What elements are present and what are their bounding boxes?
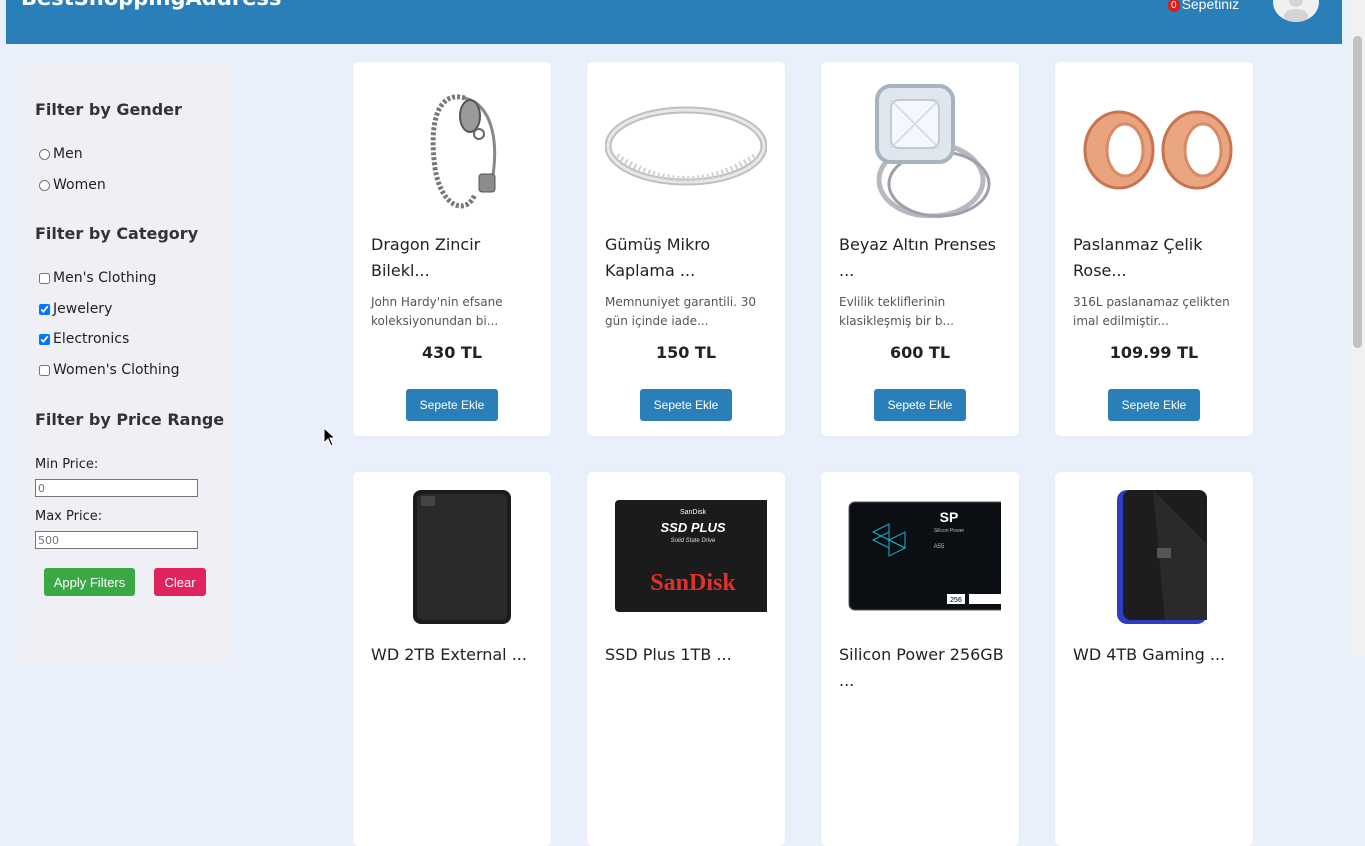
gender-radio-women[interactable] bbox=[39, 179, 50, 191]
product-price: 430 TL bbox=[421, 343, 483, 362]
add-to-cart-button[interactable]: Sepete Ekle bbox=[874, 389, 966, 421]
bracelet-icon bbox=[430, 94, 497, 209]
ring-icon bbox=[605, 106, 767, 186]
gender-filter-title: Filter by Gender bbox=[35, 100, 182, 119]
gender-label-men: Men bbox=[53, 146, 83, 162]
category-checkbox-mens-clothing[interactable] bbox=[39, 272, 50, 284]
gaming-drive-icon bbox=[1117, 490, 1207, 624]
category-checkbox-womens-clothing[interactable] bbox=[39, 364, 50, 376]
category-label: Electronics bbox=[53, 331, 130, 347]
cart-count-badge: 0 bbox=[1168, 0, 1180, 12]
svg-text:SanDisk: SanDisk bbox=[680, 509, 707, 516]
add-to-cart-button[interactable]: Sepete Ekle bbox=[1108, 389, 1200, 421]
cart-link[interactable]: 0 Sepetiniz bbox=[1168, 0, 1239, 12]
product-title[interactable]: Gümüş Mikro Kaplama ... bbox=[605, 232, 770, 284]
category-label: Jewelery bbox=[53, 301, 113, 317]
svg-text:Silicon Power: Silicon Power bbox=[934, 528, 965, 534]
product-description: Evlilik tekliflerinin klasikleşmiş bir b… bbox=[839, 295, 954, 328]
category-label: Men's Clothing bbox=[53, 270, 157, 286]
price-filter-title: Filter by Price Range bbox=[35, 410, 225, 429]
ear-tunnel-icon bbox=[1083, 110, 1233, 190]
product-card[interactable]: Gümüş Mikro Kaplama ... Memnuniyet garan… bbox=[587, 62, 785, 436]
product-title[interactable]: WD 2TB External ... bbox=[371, 642, 536, 668]
category-option-mens-clothing[interactable]: Men's Clothing bbox=[38, 270, 156, 286]
ssd-icon: SanDisk SSD PLUS Solid State Drive SanDi… bbox=[615, 500, 767, 612]
svg-text:Solid State Drive: Solid State Drive bbox=[671, 538, 716, 544]
category-option-electronics[interactable]: Electronics bbox=[38, 331, 129, 347]
product-card[interactable]: Beyaz Altın Prenses ... Evlilik teklifle… bbox=[821, 62, 1019, 436]
category-option-jewelery[interactable]: Jewelery bbox=[38, 301, 112, 317]
svg-text:SSD PLUS: SSD PLUS bbox=[660, 520, 725, 535]
product-price: 109.99 TL bbox=[1109, 343, 1199, 362]
product-title[interactable]: Paslanmaz Çelik Rose... bbox=[1073, 232, 1238, 284]
top-navbar: BestShoppingAddress 0Sepetiniz bbox=[6, 0, 1342, 44]
product-title[interactable]: Silicon Power 256GB ... bbox=[839, 642, 1004, 694]
svg-text:256: 256 bbox=[950, 597, 962, 604]
product-card[interactable]: WD 4TB Gaming ... bbox=[1055, 472, 1253, 846]
product-price: 150 TL bbox=[655, 343, 717, 362]
ssd-icon: SP Silicon Power A55 256 bbox=[848, 501, 1001, 611]
product-price: 600 TL bbox=[889, 343, 951, 362]
category-label: Women's Clothing bbox=[53, 362, 180, 378]
min-price-label: Min Price: bbox=[35, 457, 99, 472]
filter-sidebar: Filter by Gender Men Women Filter by Cat… bbox=[17, 64, 233, 664]
max-price-input[interactable] bbox=[35, 531, 198, 549]
cart-label: Sepetiniz bbox=[1181, 0, 1240, 12]
gender-radio-men[interactable] bbox=[39, 148, 50, 160]
add-to-cart-button[interactable]: Sepete Ekle bbox=[406, 389, 498, 421]
gender-option-men[interactable]: Men bbox=[38, 146, 83, 162]
product-title[interactable]: SSD Plus 1TB ... bbox=[605, 642, 770, 668]
user-icon bbox=[1284, 0, 1308, 22]
gender-option-women[interactable]: Women bbox=[38, 177, 106, 193]
diamond-ring-icon bbox=[875, 84, 991, 218]
svg-text:SanDisk: SanDisk bbox=[650, 570, 736, 596]
add-to-cart-button[interactable]: Sepete Ekle bbox=[640, 389, 732, 421]
product-card[interactable]: SanDisk SSD PLUS Solid State Drive SanDi… bbox=[587, 472, 785, 846]
product-title[interactable]: Dragon Zincir Bilekl... bbox=[371, 232, 536, 284]
product-description: 316L paslanamaz çelikten imal edilmiştir… bbox=[1073, 295, 1230, 328]
product-title[interactable]: WD 4TB Gaming ... bbox=[1073, 642, 1238, 668]
product-card[interactable]: WD 2TB External ... bbox=[353, 472, 551, 846]
svg-text:SP: SP bbox=[940, 509, 959, 525]
clear-filters-button[interactable]: Clear bbox=[154, 568, 206, 596]
page-scrollbar[interactable] bbox=[1350, 0, 1365, 656]
svg-text:A55: A55 bbox=[934, 544, 945, 550]
category-filter-title: Filter by Category bbox=[35, 224, 199, 243]
category-option-womens-clothing[interactable]: Women's Clothing bbox=[38, 362, 180, 378]
brand-logo[interactable]: BestShoppingAddress bbox=[21, 0, 281, 10]
product-description: Memnuniyet garantili. 30 gün içinde iade… bbox=[605, 295, 757, 328]
max-price-label: Max Price: bbox=[35, 509, 103, 524]
mouse-cursor-icon bbox=[323, 427, 337, 447]
product-card[interactable]: Paslanmaz Çelik Rose... 316L paslanamaz … bbox=[1055, 62, 1253, 436]
product-title[interactable]: Beyaz Altın Prenses ... bbox=[839, 232, 1004, 284]
product-card[interactable]: SP Silicon Power A55 256 Silicon Power 2… bbox=[821, 472, 1019, 846]
scrollbar-thumb[interactable] bbox=[1353, 36, 1362, 348]
apply-filters-button[interactable]: Apply Filters bbox=[44, 568, 135, 596]
user-avatar[interactable] bbox=[1273, 0, 1319, 22]
product-description: John Hardy'nin efsane koleksiyonundan bi… bbox=[371, 295, 503, 328]
product-card[interactable]: Dragon Zincir Bilekl... John Hardy'nin e… bbox=[353, 62, 551, 436]
category-checkbox-jewelery[interactable] bbox=[39, 303, 50, 315]
gender-label-women: Women bbox=[53, 177, 106, 193]
hard-drive-icon bbox=[413, 490, 511, 624]
min-price-input[interactable] bbox=[35, 479, 198, 497]
category-checkbox-electronics[interactable] bbox=[39, 333, 50, 345]
